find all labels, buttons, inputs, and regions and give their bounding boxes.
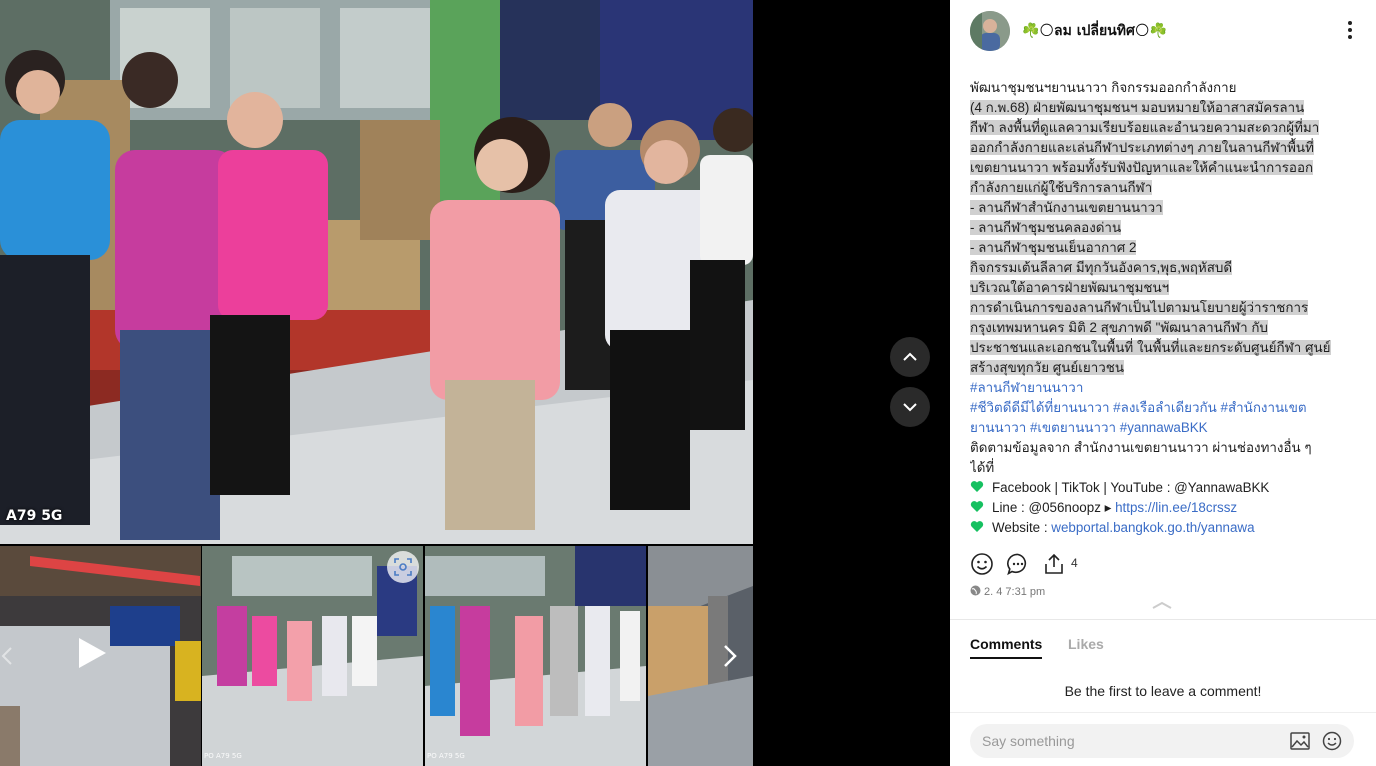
tab-comments[interactable]: Comments (970, 636, 1043, 659)
green-heart-icon (970, 501, 984, 512)
device-watermark: A79 5G (6, 508, 63, 524)
timestamp-text: 2. 4 7:31 pm (984, 586, 1046, 598)
scan-icon (394, 558, 412, 576)
media-viewer: A79 5G PO A79 5G PO A79 5G (0, 0, 950, 766)
line-link[interactable]: https://lin.ee/18crssz (1115, 500, 1237, 515)
comment-composer (970, 724, 1354, 758)
play-icon[interactable] (74, 636, 108, 670)
post-viewer: A79 5G PO A79 5G PO A79 5G ☘️🌕ลม เปลี่ยน… (0, 0, 1376, 766)
more-options-button[interactable] (1340, 18, 1360, 42)
thumbnail-video[interactable] (0, 546, 201, 766)
website-label: Website : (992, 520, 1052, 535)
caption-line: พัฒนาชุมชนฯยานนาวา กิจกรรมออกกำลังกาย (970, 80, 1237, 95)
author-name[interactable]: ☘️🌕ลม เปลี่ยนทิศ🌕☘️ (1022, 20, 1167, 42)
website-contact: Website : webportal.bangkok.go.th/yannaw… (970, 518, 1362, 538)
thumbnail-image (202, 546, 423, 766)
more-vertical-icon (1348, 21, 1352, 39)
follow-text: ติดตามข้อมูลจาก สำนักงานเขตยานนาวา ผ่านช… (970, 440, 1312, 455)
caption-line: สร้างสุขทุกวัย ศูนย์เยาวชน (970, 360, 1124, 375)
caption-line: กำลังกายแก่ผู้ใช้บริการลานกีฬา (970, 180, 1153, 195)
thumbnail-2[interactable]: PO A79 5G (202, 546, 423, 766)
caption-line: - ลานกีฬาชุมชนคลองด่าน (970, 220, 1122, 235)
line-label: Line : @056noopz ▸ (992, 500, 1116, 515)
visual-search-button[interactable] (387, 551, 419, 583)
next-post-button[interactable] (890, 387, 930, 427)
caption-line: - ลานกีฬาสำนักงานเขตยานนาวา (970, 200, 1163, 215)
collapse-caption-icon[interactable] (1150, 600, 1174, 610)
caption-line: บริเวณใต้อาคารฝ่ายพัฒนาชุมชนฯ (970, 280, 1170, 295)
chevron-right-icon[interactable] (718, 644, 742, 668)
avatar[interactable] (970, 11, 1010, 51)
follow-text: ได้ที่ (970, 460, 995, 475)
caption-line: เขตยานนาวา พร้อมทั้งรับฟังปัญหาและให้คำแ… (970, 160, 1314, 175)
globe-icon (970, 585, 981, 596)
thumbnail-3[interactable]: PO A79 5G (425, 546, 646, 766)
media-thumbnail-strip: PO A79 5G PO A79 5G (0, 546, 753, 766)
like-button[interactable] (970, 552, 994, 576)
share-count: 4 (1071, 556, 1078, 570)
share-button[interactable] (1042, 552, 1066, 576)
emoji-icon[interactable] (1322, 731, 1342, 751)
comment-button[interactable] (1006, 552, 1030, 576)
chevron-up-icon (903, 352, 917, 361)
chevron-left-icon[interactable] (0, 646, 14, 666)
post-details-panel: ☘️🌕ลม เปลี่ยนทิศ🌕☘️ พัฒนาชุมชนฯยานนาวา ก… (950, 0, 1376, 766)
divider (950, 619, 1376, 620)
avatar-image (970, 11, 1010, 51)
thumbnail-4[interactable] (648, 546, 753, 766)
tab-likes[interactable]: Likes (1068, 636, 1104, 652)
social-line: Facebook | TikTok | YouTube : @YannawaBK… (970, 478, 1362, 498)
hashtag[interactable]: #ชีวิตดีดีมีได้ที่ยานนาวา #ลงเรือลำเดียว… (970, 398, 1362, 418)
hashtag[interactable]: ยานนาวา #เขตยานนาวา #yannawaBKK (970, 418, 1362, 438)
dance-scene-image (0, 0, 753, 544)
chevron-down-icon (903, 403, 917, 412)
thumbnail-watermark: PO A79 5G (427, 752, 465, 760)
post-timestamp: 2. 4 7:31 pm (970, 585, 1045, 598)
caption-line: กรุงเทพมหานคร มิติ 2 สุขภาพดี "พัฒนาลานก… (970, 320, 1268, 335)
social-accounts: Facebook | TikTok | YouTube : @YannawaBK… (992, 480, 1270, 495)
caption-line: กีฬา ลงพื้นที่ดูแลความเรียบร้อยและอำนวยค… (970, 120, 1320, 135)
comment-input[interactable] (982, 724, 1272, 758)
caption-line: ออกกำลังกายและเล่นกีฬาประเภทต่างๆ ภายในล… (970, 140, 1314, 155)
post-caption: พัฒนาชุมชนฯยานนาวา กิจกรรมออกกำลังกาย (4… (970, 78, 1362, 538)
website-link[interactable]: webportal.bangkok.go.th/yannawa (1051, 520, 1254, 535)
caption-line: ประชาชนและเอกชนในพื้นที่ ในพื้นที่และยกร… (970, 340, 1331, 355)
divider (950, 712, 1376, 713)
hashtag[interactable]: #ลานกีฬายานนาวา (970, 378, 1362, 398)
green-heart-icon (970, 521, 984, 532)
green-heart-icon (970, 481, 984, 492)
thumbnail-watermark: PO A79 5G (204, 752, 242, 760)
thumbnail-image (425, 546, 646, 766)
caption-line: (4 ก.พ.68) ฝ่ายพัฒนาชุมชนฯ มอบหมายให้อาส… (970, 100, 1305, 115)
previous-post-button[interactable] (890, 337, 930, 377)
image-icon[interactable] (1290, 732, 1310, 750)
caption-line: การดำเนินการของลานกีฬาเป็นไปตามนโยบายผู้… (970, 300, 1309, 315)
caption-line: กิจกรรมเต้นลีลาศ มีทุกวันอังคาร,พุธ,พฤหั… (970, 260, 1233, 275)
post-actions: 4 (970, 552, 1370, 578)
line-contact: Line : @056noopz ▸ https://lin.ee/18crss… (970, 498, 1362, 518)
caption-line: - ลานกีฬาชุมชนเย็นอากาศ 2 (970, 240, 1137, 255)
post-header: ☘️🌕ลม เปลี่ยนทิศ🌕☘️ (950, 0, 1376, 66)
main-photo[interactable]: A79 5G (0, 0, 753, 544)
empty-comments-message: Be the first to leave a comment! (1064, 683, 1262, 699)
